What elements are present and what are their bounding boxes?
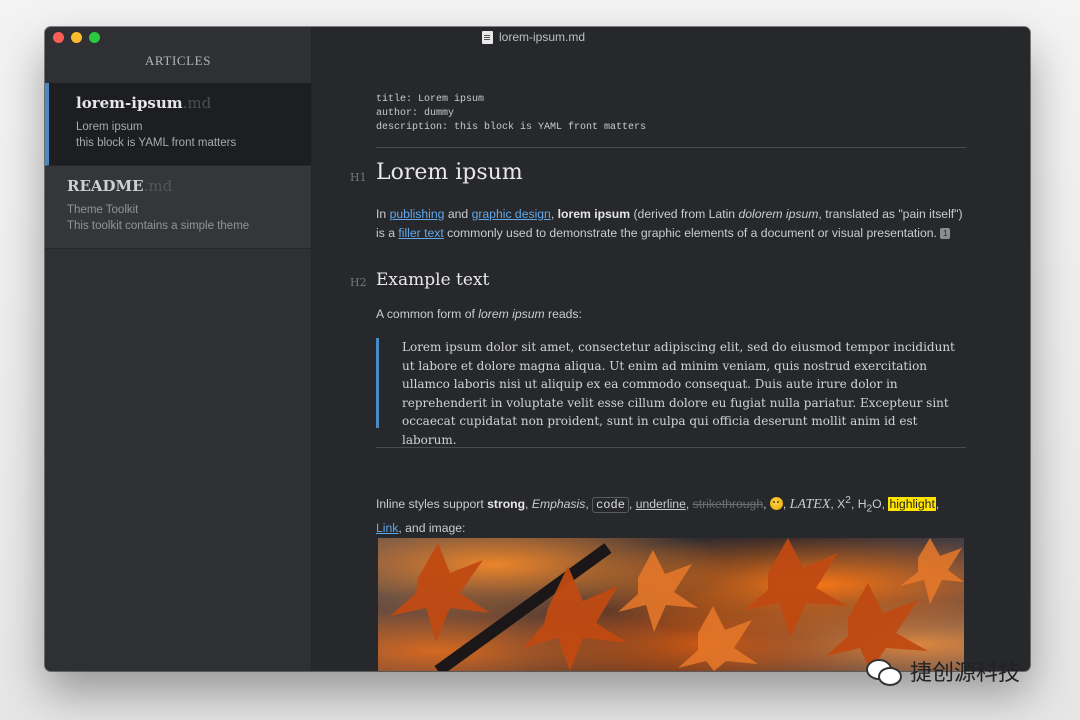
latex-math: LATEX [789, 497, 831, 513]
document-icon [482, 30, 493, 44]
inline-styles-paragraph[interactable]: Inline styles support strong, Emphasis, … [376, 492, 966, 538]
paragraph[interactable]: A common form of lorem ipsum reads: [376, 305, 966, 324]
file-name: lorem-ipsum.md [76, 94, 212, 112]
highlighted-text: highlight [888, 497, 936, 512]
title-bar[interactable]: lorem-ipsum.md [45, 27, 1030, 49]
blockquote[interactable]: Lorem ipsum dolor sit amet, consectetur … [376, 338, 966, 447]
file-item-lorem-ipsum[interactable]: lorem-ipsum.md Lorem ipsum this block is… [45, 83, 311, 166]
watermark: 捷创源科技 [866, 655, 1020, 687]
link-filler-text[interactable]: filler text [398, 226, 443, 240]
wechat-icon [866, 657, 902, 686]
leaf-illustration [390, 538, 964, 671]
paragraph[interactable]: In publishing and graphic design, lorem … [376, 205, 966, 242]
window-title: lorem-ipsum.md [482, 30, 585, 44]
inline-code: code [592, 497, 629, 514]
heading-1[interactable]: Lorem ipsum [376, 160, 523, 185]
file-description: this block is YAML front matters [76, 137, 237, 149]
smile-emoji-icon [769, 497, 783, 511]
horizontal-rule [376, 147, 966, 148]
app-window: lorem-ipsum.md ARTICLES lorem-ipsum.md L… [45, 27, 1030, 671]
window-title-text: lorem-ipsum.md [499, 30, 586, 44]
file-subtitle: Lorem ipsum [76, 121, 143, 133]
editor-pane[interactable]: title: Lorem ipsum author: dummy descripti… [312, 27, 1030, 671]
zoom-window-button[interactable] [89, 32, 100, 43]
heading-level-marker: H1 [350, 171, 367, 184]
close-window-button[interactable] [53, 32, 64, 43]
link-publishing[interactable]: publishing [390, 207, 445, 221]
heading-2[interactable]: Example text [376, 270, 489, 290]
sidebar-header: ARTICLES [144, 53, 212, 68]
file-description: This toolkit contains a simple theme [67, 220, 250, 232]
link-graphic-design[interactable]: graphic design [472, 207, 551, 221]
file-name: README.md [67, 177, 173, 195]
file-subtitle: Theme Toolkit [67, 204, 139, 216]
link-inline[interactable]: Link [376, 521, 398, 535]
yaml-front-matter[interactable]: title: Lorem ipsum author: dummy descripti… [376, 93, 646, 135]
sidebar: ARTICLES lorem-ipsum.md Lorem ipsum this… [45, 27, 312, 671]
autumn-leaves-image[interactable] [378, 538, 964, 671]
horizontal-rule [376, 447, 966, 448]
screenshot-stage: lorem-ipsum.md ARTICLES lorem-ipsum.md L… [0, 0, 1080, 720]
footnote-marker[interactable]: 1 [940, 227, 951, 239]
file-item-readme[interactable]: README.md Theme Toolkit This toolkit con… [45, 166, 311, 249]
watermark-text: 捷创源科技 [910, 661, 1021, 686]
heading-level-marker: H2 [350, 276, 367, 289]
minimize-window-button[interactable] [71, 32, 82, 43]
